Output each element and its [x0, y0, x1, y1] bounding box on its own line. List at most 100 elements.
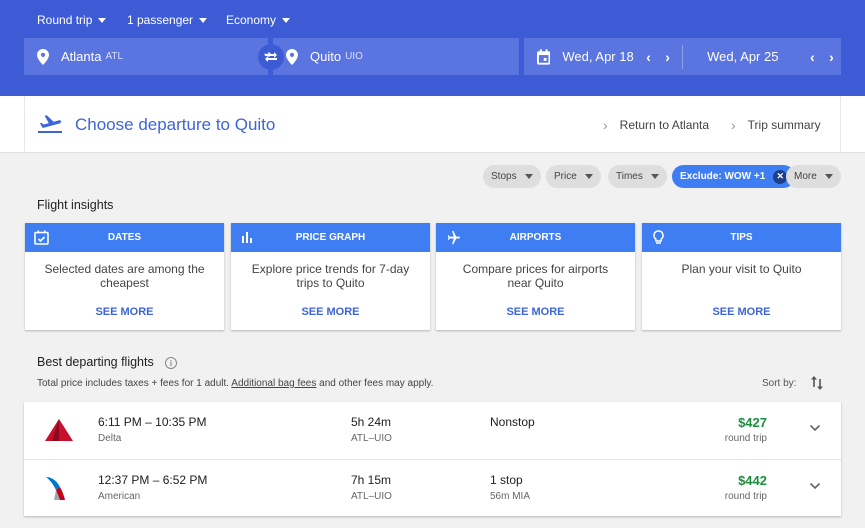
search-header: Round trip 1 passenger Economy Atlanta A…	[0, 0, 865, 96]
insight-text: Plan your visit to Quito	[681, 262, 802, 276]
date-divider	[682, 45, 683, 69]
chevron-right-icon: ›	[731, 117, 736, 133]
trip-type-select[interactable]: Round trip	[37, 12, 107, 28]
insight-text: Selected dates are among the cheapest	[44, 262, 205, 290]
flight-duration: 5h 24m	[351, 415, 392, 429]
filter-exclude[interactable]: Exclude: WOW +1 ✕	[672, 165, 796, 188]
filter-price[interactable]: Price	[546, 165, 601, 188]
origin-code: ATL	[105, 51, 124, 62]
caret-down-icon	[98, 17, 107, 23]
destination-code: UIO	[345, 51, 363, 62]
insight-card-tips[interactable]: TIPS Plan your visit to Quito SEE MORE	[642, 223, 841, 330]
flight-price-type: round trip	[724, 491, 767, 502]
destination-field[interactable]: Quito UIO	[273, 38, 519, 75]
step-summary-label: Trip summary	[747, 118, 821, 132]
flight-price: $427	[738, 415, 767, 430]
return-date: Wed, Apr 25	[707, 49, 779, 64]
info-icon[interactable]: i	[165, 357, 177, 369]
insight-card-price-graph[interactable]: PRICE GRAPH Explore price trends for 7-d…	[231, 223, 430, 330]
filter-exclude-label: Exclude: WOW +1	[680, 171, 766, 182]
step-return-label: Return to Atlanta	[619, 118, 710, 132]
flight-airline: Delta	[98, 433, 122, 444]
location-pin-icon	[286, 48, 298, 65]
destination-city: Quito	[310, 49, 342, 64]
insight-text: Compare prices for airports near Quito	[462, 262, 609, 290]
insight-title: TIPS	[730, 232, 753, 243]
cabin-label: Economy	[226, 13, 277, 27]
return-prev-button[interactable]: ‹	[803, 49, 822, 65]
filter-times[interactable]: Times	[608, 165, 667, 188]
cabin-select[interactable]: Economy	[226, 12, 291, 28]
see-more-link[interactable]: SEE MORE	[642, 306, 841, 318]
step-summary[interactable]: › Trip summary	[731, 117, 821, 133]
chevron-right-icon: ›	[603, 117, 608, 133]
see-more-link[interactable]: SEE MORE	[231, 306, 430, 318]
filter-price-label: Price	[554, 171, 577, 182]
best-flights-heading: Best departing flights	[37, 355, 154, 369]
filter-stops[interactable]: Stops	[483, 165, 541, 188]
flight-route: ATL–UIO	[351, 491, 392, 502]
bar-chart-icon	[242, 232, 252, 243]
trip-type-label: Round trip	[37, 13, 93, 27]
flight-stop-detail: 56m MIA	[490, 491, 531, 502]
flight-duration: 7h 15m	[351, 473, 392, 487]
flight-list: 6:11 PM – 10:35 PM Delta 5h 24m ATL–UIO …	[24, 402, 841, 516]
american-logo-icon	[46, 477, 65, 500]
flight-times: 6:11 PM – 10:35 PM	[98, 415, 207, 429]
flight-stops: 1 stop	[490, 473, 523, 487]
sort-icon[interactable]	[810, 375, 824, 391]
location-pin-icon	[37, 48, 49, 65]
flight-route: ATL–UIO	[351, 433, 392, 444]
calendar-check-icon	[34, 230, 49, 245]
takeoff-icon	[38, 115, 62, 133]
caret-down-icon	[199, 17, 208, 23]
insight-card-dates[interactable]: DATES Selected dates are among the cheap…	[25, 223, 224, 330]
caret-down-icon	[282, 17, 291, 23]
chevron-down-icon[interactable]	[809, 422, 821, 434]
filter-stops-label: Stops	[491, 171, 517, 182]
insight-text: Explore price trends for 7-day trips to …	[251, 262, 410, 290]
filter-more-label: More	[794, 171, 817, 182]
origin-field[interactable]: Atlanta ATL	[24, 38, 268, 75]
flight-price: $442	[738, 473, 767, 488]
page-title: Choose departure to Quito	[75, 115, 276, 134]
filter-times-label: Times	[616, 171, 643, 182]
caret-down-icon	[584, 174, 593, 179]
lightbulb-icon	[653, 230, 664, 244]
insight-card-airports[interactable]: AIRPORTS Compare prices for airports nea…	[436, 223, 635, 330]
see-more-link[interactable]: SEE MORE	[436, 306, 635, 318]
passenger-select[interactable]: 1 passenger	[127, 12, 208, 28]
see-more-link[interactable]: SEE MORE	[25, 306, 224, 318]
flight-airline: American	[98, 491, 141, 502]
chevron-down-icon[interactable]	[809, 480, 821, 492]
flight-times: 12:37 PM – 6:52 PM	[98, 473, 208, 487]
swap-arrows-icon	[264, 51, 277, 62]
insight-title: PRICE GRAPH	[295, 232, 366, 243]
return-next-button[interactable]: ›	[822, 49, 841, 65]
swap-button[interactable]	[258, 44, 284, 70]
caret-down-icon	[524, 174, 533, 179]
caret-down-icon	[824, 174, 833, 179]
insight-title: DATES	[107, 232, 142, 243]
flight-stops: Nonstop	[490, 415, 535, 429]
origin-city: Atlanta	[61, 49, 102, 64]
caret-down-icon	[650, 174, 659, 179]
flight-row[interactable]: 6:11 PM – 10:35 PM Delta 5h 24m ATL–UIO …	[24, 402, 841, 459]
depart-prev-button[interactable]: ‹	[639, 49, 658, 65]
fee-note: Total price includes taxes + fees for 1 …	[37, 378, 433, 389]
airplane-icon	[447, 230, 460, 245]
insight-title: AIRPORTS	[509, 232, 562, 243]
depart-next-button[interactable]: ›	[658, 49, 677, 65]
fee-note-text: Total price includes taxes + fees for 1 …	[37, 378, 232, 389]
flight-price-type: round trip	[724, 433, 767, 444]
bag-fees-link[interactable]: Additional bag fees	[231, 378, 316, 389]
fee-note-tail: and other fees may apply.	[316, 378, 434, 389]
depart-date: Wed, Apr 18	[562, 49, 634, 64]
passenger-label: 1 passenger	[127, 13, 194, 27]
sort-label: Sort by:	[762, 378, 797, 389]
insights-heading: Flight insights	[37, 198, 114, 212]
filter-more[interactable]: More	[786, 165, 841, 188]
flight-row[interactable]: 12:37 PM – 6:52 PM American 7h 15m ATL–U…	[24, 459, 841, 516]
calendar-icon	[537, 48, 551, 65]
step-return[interactable]: › Return to Atlanta	[603, 117, 709, 133]
